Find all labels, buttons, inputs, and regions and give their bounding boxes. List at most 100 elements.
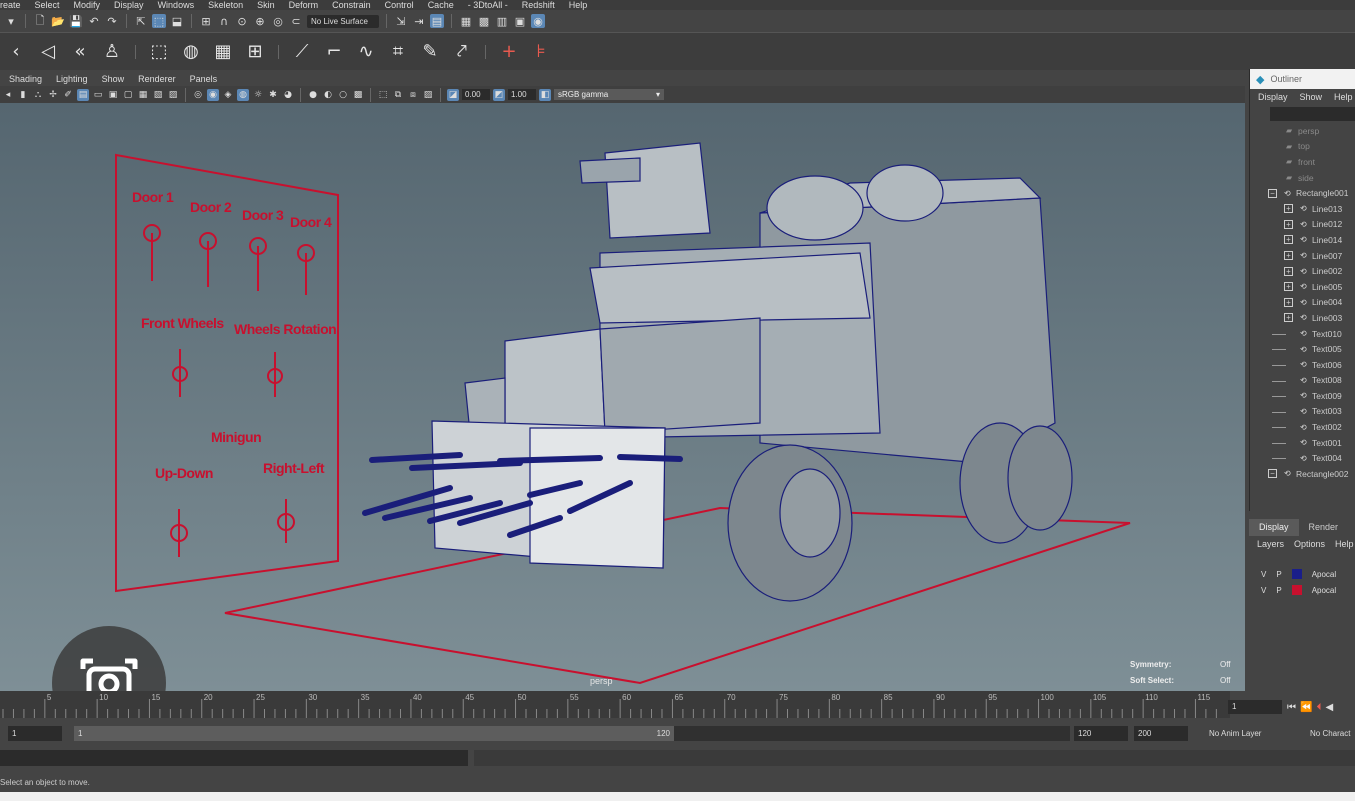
menu-deform[interactable]: Deform — [289, 0, 319, 10]
anti-aliasing-icon[interactable]: ◐ — [322, 89, 334, 101]
outliner-item[interactable]: − ⟲ Rectangle002 — [1250, 466, 1355, 482]
outliner-item[interactable]: + ⟲ Line003 — [1250, 310, 1355, 326]
construction-history-icon[interactable]: ▤ — [430, 14, 444, 28]
field-chart-icon[interactable]: ▦ — [137, 89, 149, 101]
use-lights-icon[interactable]: ☼ — [252, 89, 264, 101]
outliner-item[interactable]: ⟲ Text003 — [1250, 404, 1355, 420]
menuset-dropdown-icon[interactable]: ▾ — [4, 14, 18, 28]
shelf-joint-tool-icon[interactable]: ⟋ — [290, 40, 314, 64]
outliner-item[interactable]: + ⟲ Line014 — [1250, 232, 1355, 248]
panel-menu-lighting[interactable]: Lighting — [56, 74, 88, 84]
outliner-item[interactable]: ▰ persp — [1250, 123, 1355, 139]
undo-icon[interactable]: ↶ — [87, 14, 101, 28]
end-time-field[interactable]: 120 — [1074, 726, 1128, 741]
shelf-double-arrow-icon[interactable]: « — [68, 40, 92, 64]
render-view-icon[interactable]: ▦ — [459, 14, 473, 28]
safe-action-icon[interactable]: ▧ — [152, 89, 164, 101]
outliner-item[interactable]: ▰ front — [1250, 154, 1355, 170]
outliner-menu-help[interactable]: Help — [1334, 92, 1353, 102]
outliner-item[interactable]: + ⟲ Line012 — [1250, 217, 1355, 233]
snap-curve-icon[interactable]: ∩ — [217, 14, 231, 28]
smooth-shade-icon[interactable]: ◉ — [207, 88, 219, 101]
start-time-field[interactable]: 1 — [8, 726, 62, 741]
shelf-ik-spline-icon[interactable]: ∿ — [354, 40, 378, 64]
view-transform-dropdown[interactable]: sRGB gamma ▾ — [554, 89, 664, 100]
shelf-smooth-bind-icon[interactable]: ⤤ — [450, 40, 474, 64]
layer-color-swatch[interactable] — [1291, 569, 1302, 579]
select-hierarchy-icon[interactable]: ⇱ — [134, 14, 148, 28]
snap-view-icon[interactable]: ⊕ — [253, 14, 267, 28]
select-camera-icon[interactable]: ◂ — [2, 89, 14, 101]
save-scene-icon[interactable]: 💾 — [69, 14, 83, 28]
outliner-item[interactable]: ▰ top — [1250, 139, 1355, 155]
xray-joints-icon[interactable]: ⧉ — [392, 89, 404, 101]
output-ops-icon[interactable]: ⇥ — [412, 14, 426, 28]
expand-icon[interactable]: + — [1284, 204, 1293, 214]
outliner-menu-display[interactable]: Display — [1258, 92, 1288, 102]
shelf-ik-handle-icon[interactable]: ⌐ — [322, 40, 346, 64]
layer-visibility-toggle[interactable]: V — [1261, 570, 1266, 579]
shelf-sphere-icon[interactable]: ◍ — [179, 40, 203, 64]
outliner-item[interactable]: + ⟲ Line004 — [1250, 295, 1355, 311]
gamma-field[interactable]: 1.00 — [508, 89, 536, 100]
outliner-menu-show[interactable]: Show — [1300, 92, 1323, 102]
outliner-item[interactable]: ⟲ Text010 — [1250, 326, 1355, 342]
expand-icon[interactable]: + — [1284, 313, 1293, 323]
two-d-pan-icon[interactable]: ✐ — [62, 89, 74, 101]
expand-icon[interactable]: + — [1284, 297, 1293, 307]
expand-icon[interactable]: + — [1284, 282, 1293, 292]
shelf-bind-skin-icon[interactable]: ⌗ — [386, 40, 410, 64]
menu-select[interactable]: Select — [35, 0, 60, 10]
snap-magnet-icon[interactable]: ⊂ — [289, 14, 303, 28]
outliner-item[interactable]: ⟲ Text005 — [1250, 341, 1355, 357]
panel-menu-show[interactable]: Show — [102, 74, 125, 84]
motion-blur-icon[interactable]: ● — [307, 89, 319, 101]
panel-menu-panels[interactable]: Panels — [190, 74, 218, 84]
shelf-cross-locator-icon[interactable]: + — [497, 40, 521, 64]
ambient-occlusion-icon[interactable]: ◕ — [282, 89, 294, 101]
layer-color-swatch[interactable] — [1291, 585, 1302, 595]
redo-icon[interactable]: ↷ — [105, 14, 119, 28]
outliner-item[interactable]: ⟲ Text001 — [1250, 435, 1355, 451]
step-back-key-icon[interactable]: ⏪ — [1300, 702, 1312, 713]
expand-icon[interactable]: + — [1284, 235, 1293, 245]
xray-icon[interactable]: ▩ — [352, 89, 364, 101]
outliner-item[interactable]: ▰ side — [1250, 170, 1355, 186]
expand-icon[interactable]: + — [1284, 251, 1293, 261]
layer-menu-layers[interactable]: Layers — [1257, 539, 1284, 549]
shelf-paint-weights-icon[interactable]: ✎ — [418, 40, 442, 64]
shadows-icon[interactable]: ✱ — [267, 89, 279, 101]
xray-active-icon[interactable]: ⧈ — [407, 89, 419, 101]
layer-menu-help[interactable]: Help — [1335, 539, 1354, 549]
command-input[interactable] — [0, 750, 468, 766]
isolate-select-icon[interactable]: ⬚ — [377, 89, 389, 101]
menu-skeleton[interactable]: Skeleton — [208, 0, 243, 10]
collapse-icon[interactable]: − — [1268, 188, 1277, 198]
color-management-icon[interactable]: ◧ — [539, 88, 551, 101]
select-object-icon[interactable]: ⬚ — [152, 14, 166, 28]
range-slider[interactable]: 1 120 — [74, 726, 1070, 741]
camera-attributes-icon[interactable]: ⛬ — [32, 89, 44, 101]
tab-display[interactable]: Display — [1249, 519, 1299, 536]
menu-cache[interactable]: Cache — [428, 0, 454, 10]
layer-row[interactable]: V P Apocal — [1249, 566, 1355, 582]
layer-visibility-toggle[interactable]: V — [1261, 586, 1266, 595]
shelf-controller-icon[interactable]: ⊧ — [529, 40, 553, 64]
layer-row[interactable]: V P Apocal — [1249, 582, 1355, 598]
menu-control[interactable]: Control — [385, 0, 414, 10]
anim-layer-dropdown[interactable]: No Anim Layer — [1205, 726, 1265, 741]
snap-grid-icon[interactable]: ⊞ — [199, 14, 213, 28]
wireframe-icon[interactable]: ◎ — [192, 89, 204, 101]
panel-menu-shading[interactable]: Shading — [9, 74, 42, 84]
outliner-item[interactable]: ⟲ Text008 — [1250, 373, 1355, 389]
outliner-item[interactable]: ⟲ Text009 — [1250, 388, 1355, 404]
snap-surface-icon[interactable]: ◎ — [271, 14, 285, 28]
expand-icon[interactable]: + — [1284, 266, 1293, 276]
input-ops-icon[interactable]: ⇲ — [394, 14, 408, 28]
exposure-icon[interactable]: ◪ — [447, 88, 459, 101]
shelf-arrow-left-icon[interactable]: ‹ — [4, 40, 28, 64]
menu-windows[interactable]: Windows — [158, 0, 195, 10]
snap-point-icon[interactable]: ⊙ — [235, 14, 249, 28]
time-slider[interactable]: 5 10 15 20 25 30 35 40 45 50 55 60 65 70 75 80 85 90 95 100… — [0, 691, 1230, 718]
wheel-sliders[interactable] — [172, 349, 283, 397]
